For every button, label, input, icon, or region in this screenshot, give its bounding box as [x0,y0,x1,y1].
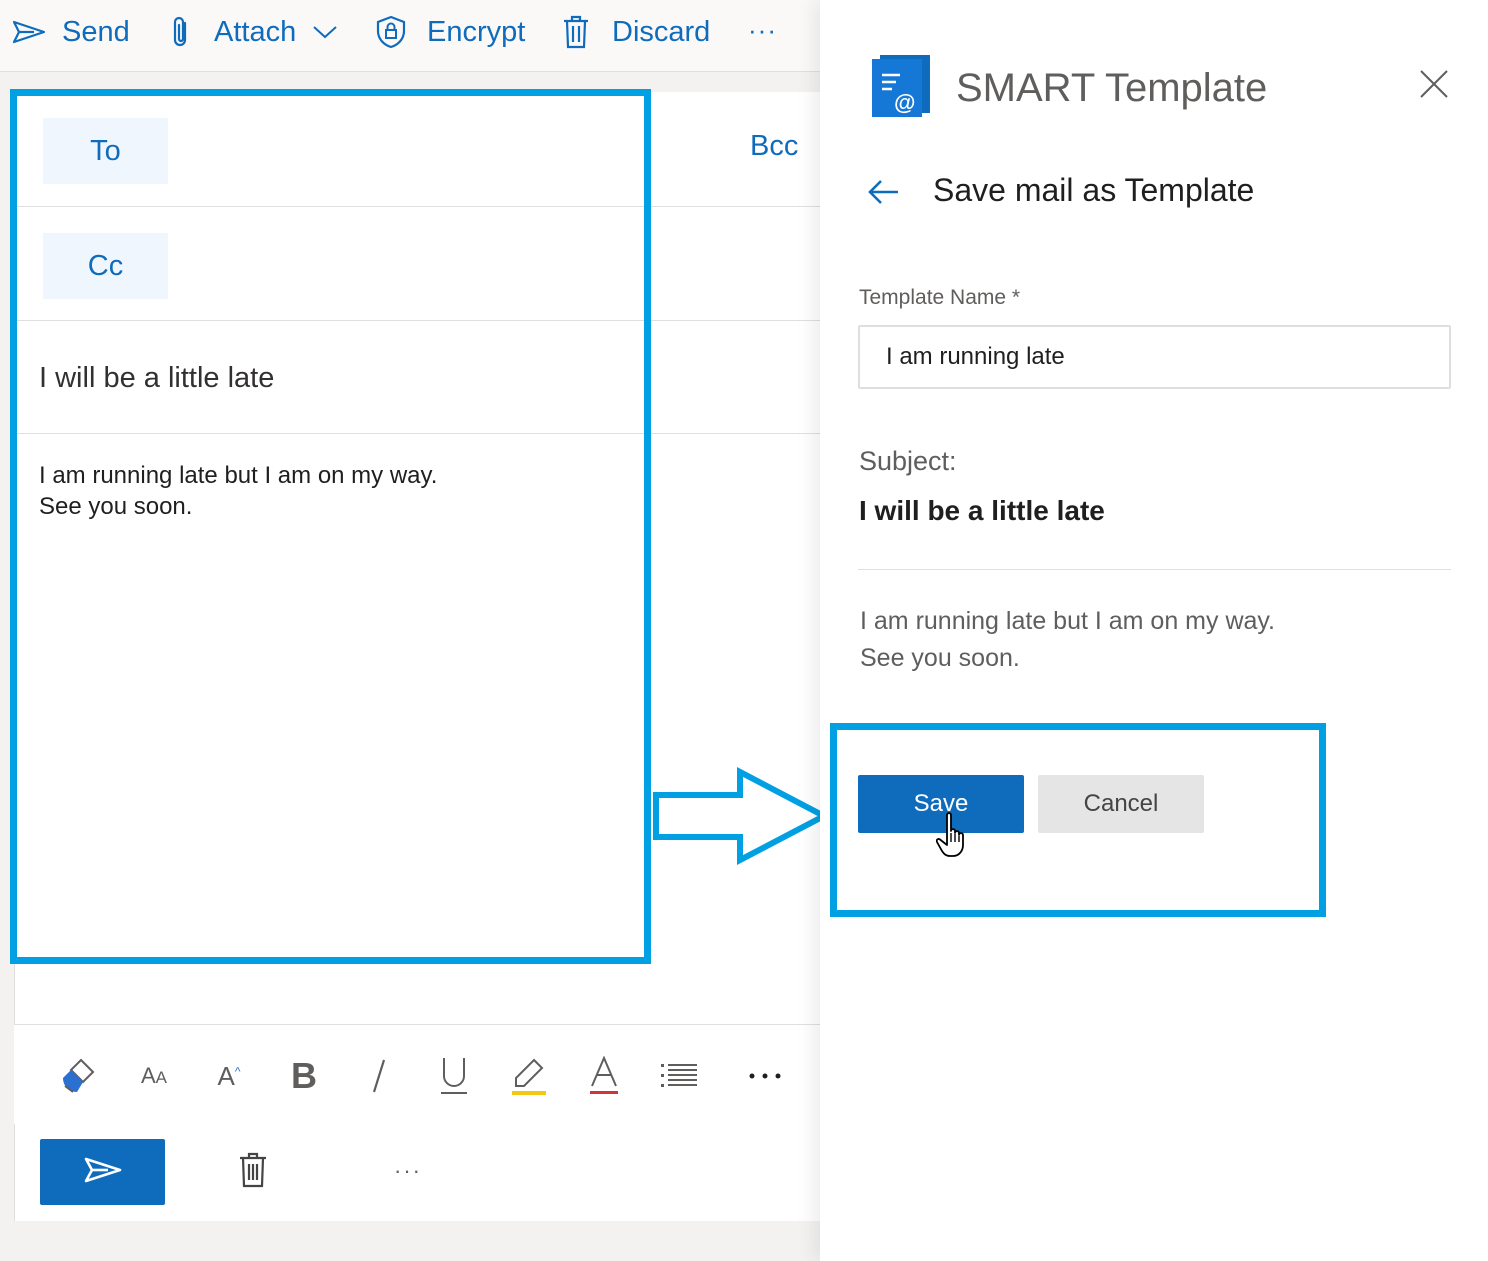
hand-cursor-icon [936,812,964,857]
discard-toolbar-button[interactable]: Discard [562,10,710,54]
send-icon [12,20,46,44]
highlight-icon[interactable] [506,1053,552,1099]
attach-toolbar-label: Attach [214,15,297,48]
right-arrow-icon [653,767,831,865]
encrypt-toolbar-button[interactable]: Encrypt [375,10,525,54]
chevron-down-icon[interactable] [312,24,338,40]
body-preview: I am running late but I am on my way. Se… [860,603,1275,677]
template-name-input[interactable] [858,325,1451,389]
template-logo-icon: @ [872,55,930,117]
smart-template-panel: @ SMART Template Save mail as Template T… [820,0,1488,1261]
shield-lock-icon [375,15,407,49]
close-icon[interactable] [1416,66,1452,102]
bold-icon[interactable]: B [281,1053,327,1099]
send-icon [84,1157,122,1188]
font-size-icon[interactable]: AA [131,1053,177,1099]
send-toolbar-label: Send [62,15,130,48]
discard-toolbar-label: Discard [612,15,711,48]
underline-icon[interactable] [431,1053,477,1099]
divider [858,569,1451,570]
body-preview-line: See you soon. [860,644,1020,672]
trash-icon [562,15,590,49]
more-options-label: ··· [748,14,777,45]
attach-toolbar-button[interactable]: Attach [170,10,338,54]
highlight-box-compose [10,89,651,964]
discard-button[interactable] [190,1139,315,1205]
trash-icon [238,1152,268,1193]
grow-font-icon[interactable]: A^ [206,1053,252,1099]
more-icon[interactable] [742,1053,788,1099]
highlight-box-save [830,723,1326,917]
paperclip-icon [170,15,192,49]
section-title: Save mail as Template [933,172,1255,208]
back-arrow-icon[interactable] [864,173,902,211]
font-color-icon[interactable] [581,1053,627,1099]
panel-title: SMART Template [956,66,1268,110]
bullets-icon[interactable] [656,1053,702,1099]
svg-text:@: @ [894,90,915,115]
encrypt-toolbar-label: Encrypt [427,15,526,48]
body-preview-line: I am running late but I am on my way. [860,607,1276,635]
subject-label: Subject: [859,446,957,476]
more-label: ··· [394,1158,422,1183]
send-button[interactable] [40,1139,165,1205]
italic-icon[interactable] [356,1053,402,1099]
send-toolbar-button[interactable]: Send [12,10,130,54]
compose-toolbar: Send Attach Encrypt Discard ··· [0,0,820,72]
formatting-toolbar: AA A^ B [14,1024,820,1124]
bcc-link[interactable]: Bcc [750,130,798,163]
format-painter-icon[interactable] [56,1053,102,1099]
more-toolbar-button[interactable]: ··· [748,8,777,52]
subject-value: I will be a little late [859,495,1105,526]
more-options-button[interactable]: ··· [385,1148,431,1194]
template-name-label: Template Name * [859,286,1021,309]
